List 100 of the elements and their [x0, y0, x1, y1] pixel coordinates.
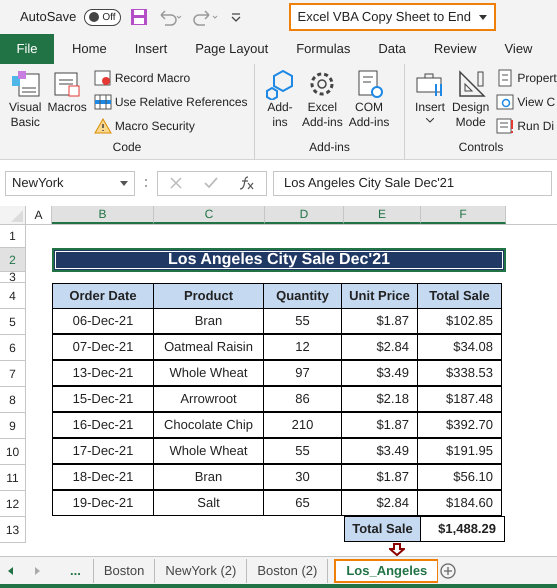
- ribbon-button[interactable]: Use Relative References: [94, 92, 248, 112]
- ribbon-tab[interactable]: Page Layout: [181, 34, 282, 64]
- table-cell: 97: [263, 360, 342, 386]
- total-value: $1,488.29: [420, 516, 505, 542]
- function-icon: [239, 176, 256, 190]
- row-header[interactable]: 4: [0, 283, 26, 309]
- ribbon-button[interactable]: Propert: [496, 68, 557, 88]
- table-cell: $3.49: [341, 438, 418, 464]
- ribbon-button[interactable]: COM Add-ins: [348, 68, 390, 130]
- table-cell: Chocolate Chip: [153, 412, 264, 438]
- table-cell: Whole Wheat: [153, 438, 264, 464]
- ribbon-button[interactable]: Insert: [413, 68, 447, 123]
- ribbon-tab[interactable]: Formulas: [282, 34, 364, 64]
- table-cell: $392.70: [417, 412, 502, 438]
- column-heading: Order Date: [52, 283, 154, 309]
- sheet-tab[interactable]: Los_Angeles: [334, 558, 438, 582]
- sheet-tab[interactable]: Boston (2): [247, 558, 328, 582]
- table-cell: $338.53: [417, 360, 502, 386]
- row-header[interactable]: 6: [0, 335, 26, 361]
- table-cell: Whole Wheat: [153, 360, 264, 386]
- scroll-right-icon: [35, 566, 40, 574]
- workbook-title[interactable]: Excel VBA Copy Sheet to End: [288, 3, 496, 31]
- row-header[interactable]: 3: [0, 272, 26, 283]
- ribbon-button[interactable]: Record Macro: [94, 68, 248, 88]
- magnifier-icon: [496, 93, 514, 111]
- select-all-corner[interactable]: [0, 206, 26, 224]
- caret-icon: [120, 180, 128, 186]
- table-cell: Bran: [153, 464, 264, 490]
- ribbon-tab[interactable]: Data: [364, 34, 420, 64]
- table-cell: $184.60: [417, 490, 502, 516]
- group-label: Add-ins: [308, 139, 351, 156]
- column-heading: Quantity: [263, 283, 342, 309]
- file-tab[interactable]: File: [0, 34, 54, 64]
- ribbon-button[interactable]: Run Di: [496, 116, 557, 136]
- row-header[interactable]: 9: [0, 413, 26, 439]
- ribbon-button[interactable]: Macro Security: [94, 116, 248, 136]
- table-cell: $2.18: [341, 386, 418, 412]
- table-cell: 65: [263, 490, 342, 516]
- column-header[interactable]: E: [344, 206, 421, 224]
- table-cell: Oatmeal Raisin: [153, 334, 264, 360]
- row-header[interactable]: 13: [0, 517, 26, 543]
- ribbon-button[interactable]: Excel Add-ins: [301, 68, 344, 130]
- table-cell: 86: [263, 386, 342, 412]
- hexagon-icon: [264, 68, 296, 100]
- ribbon-button[interactable]: Macros: [46, 68, 88, 115]
- group-label: Code: [112, 139, 142, 156]
- row-header[interactable]: 11: [0, 465, 26, 491]
- row-header[interactable]: 1: [0, 225, 26, 248]
- row-header[interactable]: 12: [0, 491, 26, 517]
- ribbon-tab[interactable]: Home: [58, 34, 121, 64]
- warning-icon: [94, 117, 112, 135]
- table-cell: $102.85: [417, 308, 502, 334]
- table-cell: $34.08: [417, 334, 502, 360]
- ribbon-button[interactable]: Add- ins: [263, 68, 297, 130]
- row-header[interactable]: 8: [0, 387, 26, 413]
- column-heading: Total Sale: [417, 283, 502, 309]
- table-cell: 18-Dec-21: [52, 464, 154, 490]
- table-cell: Salt: [153, 490, 264, 516]
- row-header[interactable]: 5: [0, 309, 26, 335]
- sheet-tab[interactable]: NewYork (2): [155, 558, 248, 582]
- ribbon-button[interactable]: View C: [496, 92, 557, 112]
- down-arrow-icon: [389, 543, 405, 556]
- table-cell: 07-Dec-21: [52, 334, 154, 360]
- table-cell: $1.87: [341, 412, 418, 438]
- table-cell: 17-Dec-21: [52, 438, 154, 464]
- table-cell: $187.48: [417, 386, 502, 412]
- column-header[interactable]: C: [154, 206, 265, 224]
- dialog-icon: [496, 117, 514, 135]
- table-cell: $2.84: [341, 334, 418, 360]
- table-cell: 15-Dec-21: [52, 386, 154, 412]
- sheet-tab[interactable]: ...: [60, 558, 94, 582]
- autosave-toggle[interactable]: Off: [84, 8, 121, 26]
- row-header[interactable]: 10: [0, 439, 26, 465]
- ribbon-button[interactable]: Design Mode: [451, 68, 490, 130]
- sheet-title: Los Angeles City Sale Dec'21: [52, 248, 506, 272]
- ribbon-tab[interactable]: View: [490, 34, 546, 64]
- table-cell: 12: [263, 334, 342, 360]
- table-cell: $3.49: [341, 360, 418, 386]
- row-header[interactable]: 2: [0, 248, 26, 272]
- sheet-tab[interactable]: Boston: [94, 558, 156, 582]
- formula-field[interactable]: Los Angeles City Sale Dec'21: [273, 170, 552, 196]
- ribbon-tab[interactable]: Insert: [120, 34, 182, 64]
- ribbon-tab[interactable]: Review: [420, 34, 490, 64]
- table-cell: 210: [263, 412, 342, 438]
- properties-icon: [496, 69, 514, 87]
- column-header[interactable]: F: [421, 206, 506, 224]
- caret-icon: [478, 14, 487, 20]
- column-header[interactable]: B: [52, 206, 154, 224]
- scroll-left-icon: [8, 566, 13, 574]
- grid-icon: [94, 93, 112, 111]
- table-cell: Arrowroot: [153, 386, 264, 412]
- column-header[interactable]: D: [265, 206, 344, 224]
- add-sheet-icon: [438, 560, 458, 580]
- name-box[interactable]: NewYork: [5, 170, 135, 196]
- row-header[interactable]: 7: [0, 361, 26, 387]
- group-label: Controls: [458, 139, 504, 156]
- table-cell: $191.95: [417, 438, 502, 464]
- table-cell: 55: [263, 438, 342, 464]
- table-cell: 13-Dec-21: [52, 360, 154, 386]
- ribbon-button[interactable]: Visual Basic: [8, 68, 42, 130]
